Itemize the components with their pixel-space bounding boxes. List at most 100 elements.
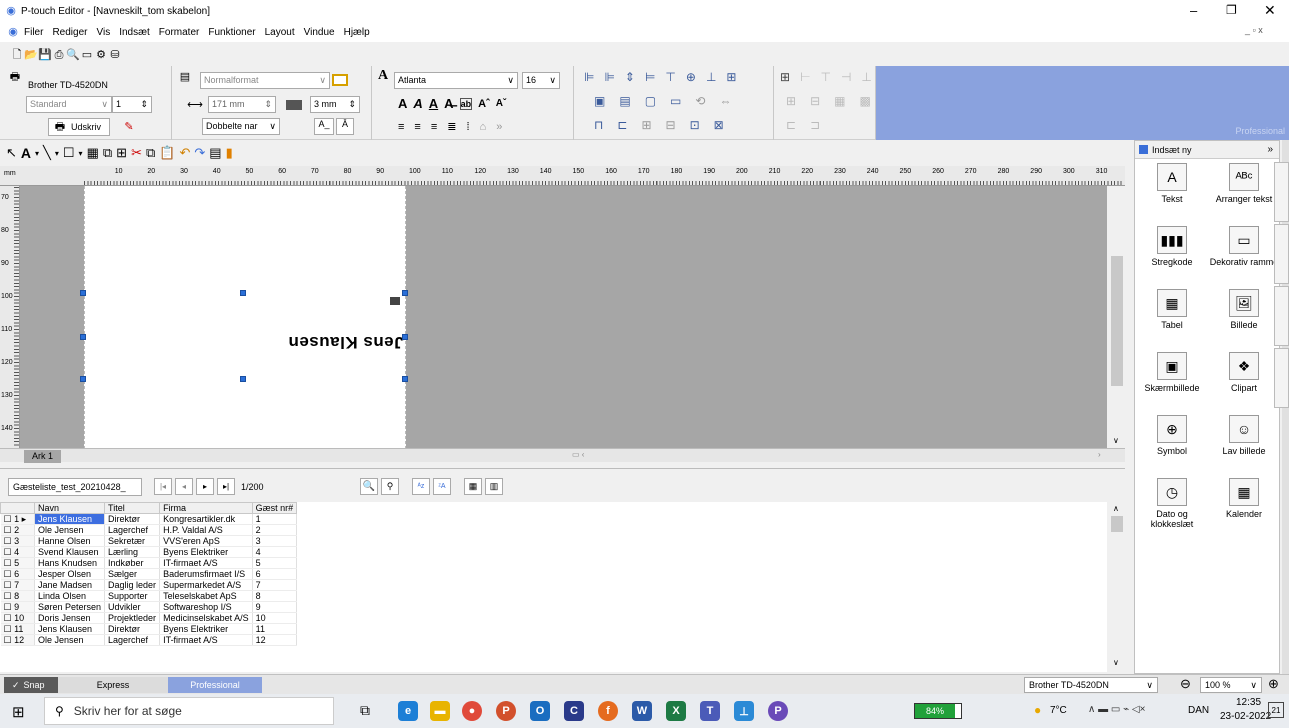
align-top-obj-icon[interactable]: ⊤: [665, 70, 675, 84]
mdi-controls[interactable]: _ ▫ x: [1245, 25, 1263, 35]
selection-handle[interactable]: [80, 376, 86, 382]
side-tab-4[interactable]: [1274, 348, 1289, 408]
selection-handle[interactable]: [240, 376, 246, 382]
table-row[interactable]: ☐ 3 Hanne Olsen Sekretær VVS'eren ApS 3: [0, 535, 298, 547]
pen-app-icon[interactable]: P: [768, 701, 788, 721]
align-mid-obj-icon[interactable]: ⊕: [686, 70, 696, 84]
insert-item[interactable]: ᴬᴮᶜ Arranger tekst: [1209, 163, 1279, 204]
table-row[interactable]: ☐ 10 Doris Jensen Projektleder Medicinselsk…: [0, 612, 298, 624]
table-cell[interactable]: 1: [252, 513, 298, 525]
row-number[interactable]: ☐ 1 ▸: [0, 513, 35, 525]
length-mode-select[interactable]: Dobbelte nar ∨: [202, 118, 280, 135]
row-number[interactable]: ☐ 3: [0, 535, 35, 547]
scroll-up-icon[interactable]: ∧: [1113, 504, 1119, 513]
align-right-icon[interactable]: ≡: [431, 121, 437, 133]
table-cell[interactable]: Supermarkedet A/S: [159, 579, 253, 591]
table-cell[interactable]: VVS'eren ApS: [159, 535, 253, 547]
sort-asc-icon[interactable]: ᴬz: [412, 478, 430, 495]
align-vcenter-icon[interactable]: ⇕: [625, 70, 635, 84]
menu-item-8[interactable]: Hjælp: [344, 27, 370, 38]
scroll-down-icon[interactable]: ∨: [1113, 436, 1119, 445]
print-button[interactable]: 🖶 Udskriv: [48, 118, 110, 136]
link-icon[interactable]: ⊏: [617, 118, 627, 132]
grow-font-button[interactable]: Aˆ: [478, 98, 490, 110]
align-top-button[interactable]: Ā: [336, 118, 354, 135]
clock-time[interactable]: 12:35: [1236, 697, 1261, 708]
table-cell[interactable]: Hanne Olsen: [34, 535, 106, 547]
table-cell[interactable]: Direktør: [104, 623, 161, 635]
menu-item-2[interactable]: Vis: [96, 27, 110, 38]
insert-item[interactable]: 🖼 Billede: [1209, 289, 1279, 330]
table-cell[interactable]: IT-firmaet A/S: [159, 634, 253, 646]
sheet-tab[interactable]: Ark 1: [24, 450, 62, 463]
insert-item[interactable]: ❖ Clipart: [1209, 352, 1279, 393]
zoom-in-icon[interactable]: ⊕: [1268, 676, 1279, 692]
table-cell[interactable]: Lærling: [104, 546, 161, 558]
selection-handle[interactable]: [402, 334, 408, 340]
table-cell[interactable]: 3: [252, 535, 298, 547]
scroll-thumb[interactable]: [1111, 256, 1123, 386]
align-bottom-button[interactable]: A_: [314, 118, 334, 135]
table-cell[interactable]: Direktør: [104, 513, 161, 525]
clock-date[interactable]: 23-02-2022: [1220, 711, 1271, 722]
flip-icon[interactable]: ⇔: [719, 94, 731, 108]
insert-item[interactable]: ▣ Skærmbillede: [1137, 352, 1207, 393]
table-cell[interactable]: 11: [252, 623, 298, 635]
word-icon[interactable]: W: [632, 701, 652, 721]
table-cell[interactable]: 2: [252, 524, 298, 536]
sort-desc-icon[interactable]: ᶻA: [433, 478, 451, 495]
table-cell[interactable]: Linda Olsen: [34, 590, 106, 602]
express-mode-button[interactable]: Express: [58, 677, 168, 693]
table-cell[interactable]: Jane Madsen: [34, 579, 106, 591]
insert-item[interactable]: ◷ Dato og klokkeslæt: [1137, 478, 1207, 529]
snap-mode-button[interactable]: ✓ Snap: [4, 677, 58, 693]
front-icon[interactable]: ▢: [645, 94, 656, 108]
tray-icons[interactable]: ∧ ▬ ▭ ⌁ ◁×: [1088, 704, 1145, 715]
column-header[interactable]: Titel: [104, 502, 161, 514]
print-icon[interactable]: ⎙: [52, 48, 66, 62]
professional-mode-button[interactable]: Professional: [168, 677, 262, 693]
table-cell[interactable]: Udvikler: [104, 601, 161, 613]
row-number[interactable]: ☐ 9: [0, 601, 35, 613]
app-icon[interactable]: C: [564, 701, 584, 721]
label-page[interactable]: Jens Klausen: [80, 186, 408, 454]
ungroup-icon[interactable]: ▤: [619, 94, 630, 108]
close-button[interactable]: ✕: [1264, 2, 1276, 19]
menu-item-5[interactable]: Funktioner: [208, 27, 255, 38]
zoom-select[interactable]: 100 % ∨: [1200, 677, 1262, 693]
search-box[interactable]: ⚲ Skriv her for at søge: [44, 697, 334, 725]
table-cell[interactable]: 10: [252, 612, 298, 624]
settings-icon[interactable]: ✎: [122, 120, 136, 134]
new-icon[interactable]: 🗋: [10, 48, 24, 62]
table-row[interactable]: ☐ 2 Ole Jensen Lagerchef H.P. Valdal A/S 2: [0, 524, 298, 536]
table-cell[interactable]: Teleselskabet ApS: [159, 590, 253, 602]
menu-item-6[interactable]: Layout: [265, 27, 295, 38]
db-icon[interactable]: ⛁: [108, 48, 122, 62]
insert-item[interactable]: ▮▮▮ Stregkode: [1137, 226, 1207, 267]
menu-item-4[interactable]: Formater: [159, 27, 200, 38]
table-cell[interactable]: Byens Elektriker: [159, 546, 253, 558]
restore-button[interactable]: ❐: [1226, 3, 1237, 17]
table-cell[interactable]: Sekretær: [104, 535, 161, 547]
insert-item[interactable]: ☺ Lav billede: [1209, 415, 1279, 456]
label-icon[interactable]: ▭: [80, 48, 94, 62]
table-cell[interactable]: 12: [252, 634, 298, 646]
table-cell[interactable]: Projektleder: [104, 612, 161, 624]
table-row[interactable]: ☐ 11 Jens Klausen Direktør Byens Elektriker…: [0, 623, 298, 635]
margin-input[interactable]: 3 mm ⇕: [310, 96, 360, 113]
menu-item-1[interactable]: Rediger: [52, 27, 87, 38]
split-icon[interactable]: ⊟: [810, 94, 820, 108]
line-tool-icon[interactable]: ╲: [43, 145, 51, 161]
edge-icon[interactable]: e: [398, 701, 418, 721]
next-record-button[interactable]: ▸: [196, 478, 214, 495]
teams-icon[interactable]: T: [700, 701, 720, 721]
format-select[interactable]: Normalformat ∨: [200, 72, 330, 89]
undo-icon[interactable]: ↶: [179, 145, 190, 161]
table-cell[interactable]: 7: [252, 579, 298, 591]
table-cell[interactable]: Medicinselskabet A/S: [159, 612, 253, 624]
table-cell[interactable]: Jens Klausen: [34, 513, 106, 525]
db-name-box[interactable]: Gæsteliste_test_20210428_: [8, 478, 142, 496]
weather-temp[interactable]: 7°C: [1050, 705, 1067, 716]
delete-col-icon[interactable]: ⊥: [861, 70, 871, 84]
underline-button[interactable]: A: [429, 96, 438, 111]
